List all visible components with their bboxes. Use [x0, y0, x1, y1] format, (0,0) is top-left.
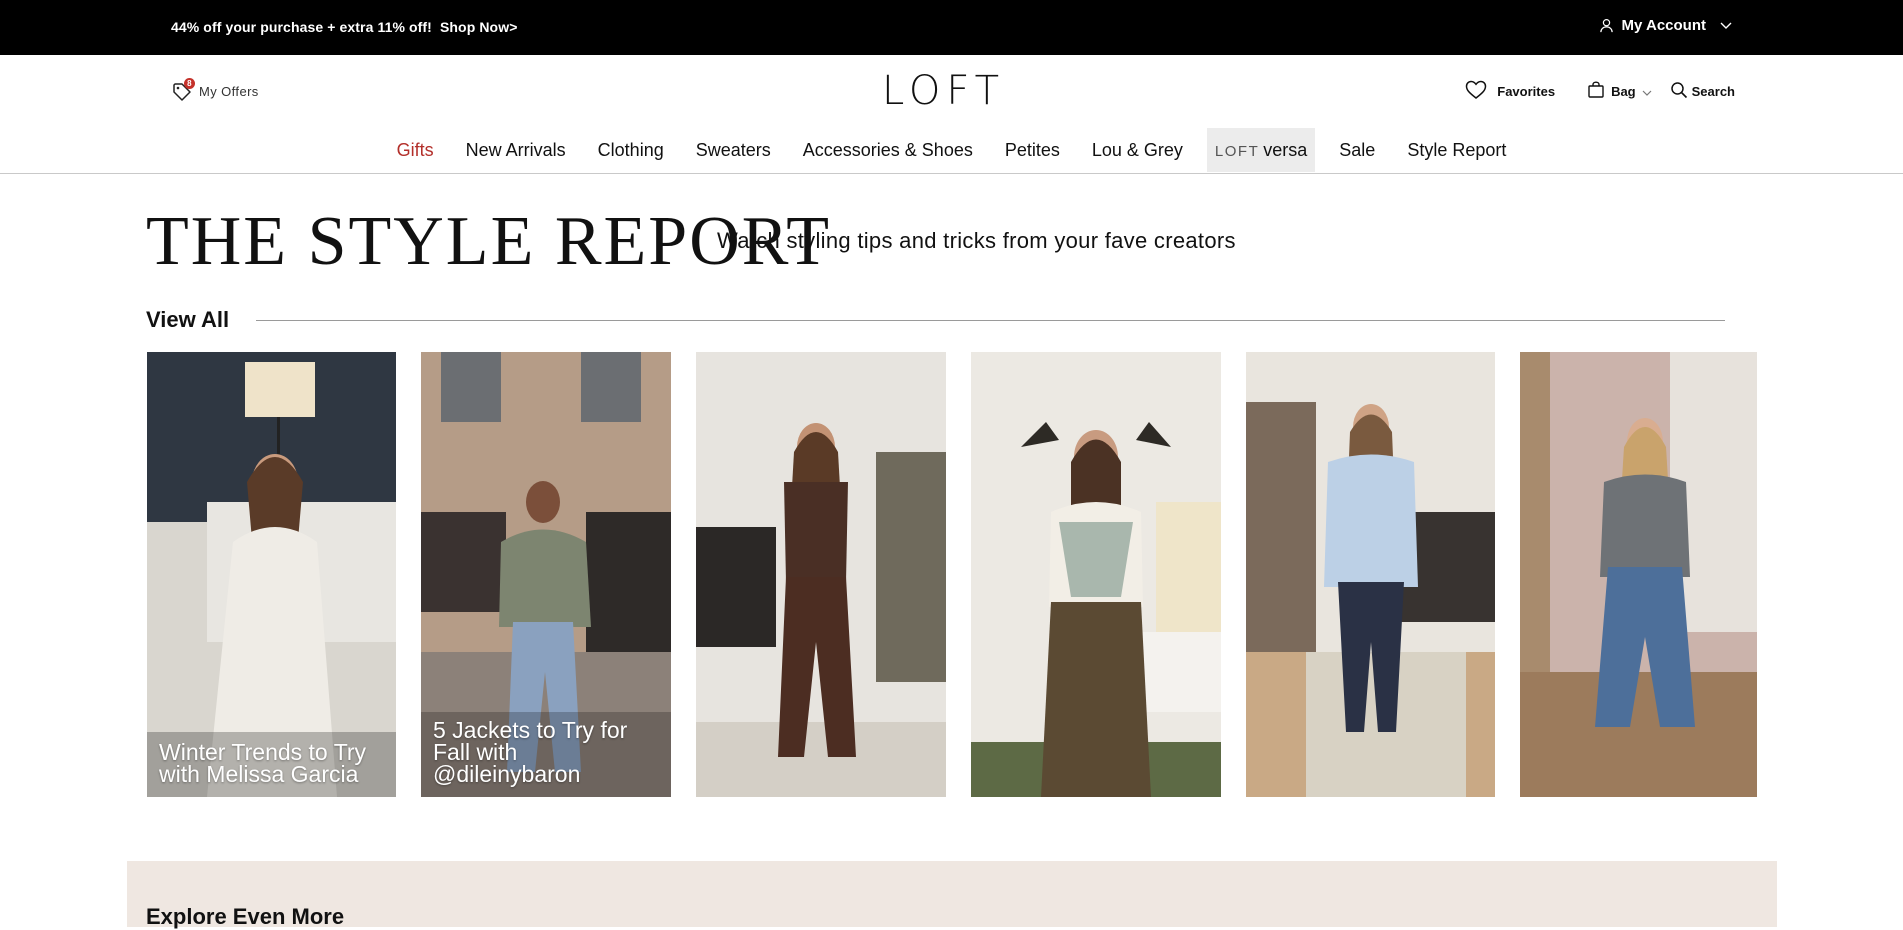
video-card[interactable] — [1246, 352, 1495, 797]
tag-icon: 8 — [171, 78, 195, 102]
favorites-link[interactable]: Favorites — [1465, 80, 1555, 103]
site-header: 8 My Offers LOFT Favorites Bag Search Gi… — [0, 55, 1903, 174]
primary-nav: Gifts New Arrivals Clothing Sweaters Acc… — [0, 127, 1903, 172]
versa-logo-prefix: LOFT — [1214, 142, 1260, 160]
view-all-link[interactable]: View All — [146, 307, 229, 333]
my-offers-label: My Offers — [199, 83, 259, 99]
offers-count-badge: 8 — [184, 78, 195, 89]
nav-item-accessories-shoes[interactable]: Accessories & Shoes — [787, 128, 989, 172]
video-caption: Winter Trends to Try with Melissa Garcia — [159, 739, 367, 787]
bag-label: Bag — [1611, 84, 1636, 99]
search-button[interactable]: Search — [1670, 81, 1735, 102]
video-card[interactable] — [971, 352, 1221, 797]
nav-item-lou-grey[interactable]: Lou & Grey — [1076, 128, 1199, 172]
video-thumbnail — [696, 352, 946, 797]
search-icon — [1670, 81, 1688, 102]
chevron-down-icon — [1642, 84, 1652, 99]
user-icon — [1599, 18, 1614, 33]
video-caption: 5 Jackets to Try for Fall with @dileinyb… — [433, 717, 628, 787]
page-subtitle: Watch styling tips and tricks from your … — [717, 228, 1236, 253]
loft-logo[interactable]: LOFT — [882, 68, 1005, 114]
heart-icon — [1465, 80, 1487, 103]
search-label: Search — [1691, 84, 1735, 99]
nav-item-sale[interactable]: Sale — [1323, 128, 1391, 172]
versa-logo-suffix: versa — [1263, 139, 1308, 160]
promo-message: 44% off your purchase + extra 11% off! — [171, 19, 432, 35]
my-account-menu[interactable]: My Account — [1599, 17, 1732, 34]
video-card[interactable]: Winter Trends to Try with Melissa Garcia — [147, 352, 396, 797]
video-thumbnail — [971, 352, 1221, 797]
nav-item-clothing[interactable]: Clothing — [582, 128, 680, 172]
nav-item-petites[interactable]: Petites — [989, 128, 1076, 172]
video-card[interactable] — [696, 352, 946, 797]
favorites-label: Favorites — [1497, 84, 1556, 99]
explore-heading: Explore Even More — [146, 904, 345, 929]
explore-section: Explore Even More — [127, 861, 1777, 929]
chevron-down-icon — [1720, 22, 1732, 30]
nav-item-loft-versa[interactable]: LOFT versa — [1206, 127, 1316, 172]
video-thumbnail — [1246, 352, 1495, 797]
video-thumbnail — [1520, 352, 1757, 797]
header-utilities: Favorites Bag Search — [1465, 80, 1735, 103]
nav-item-gifts[interactable]: Gifts — [381, 128, 450, 172]
video-card[interactable]: 5 Jackets to Try for Fall with @dileinyb… — [421, 352, 671, 797]
section-divider — [256, 320, 1725, 321]
video-card[interactable] — [1520, 352, 1757, 797]
my-offers-link[interactable]: 8 My Offers — [171, 78, 259, 102]
promo-text[interactable]: 44% off your purchase + extra 11% off! S… — [171, 19, 517, 35]
bag-link[interactable]: Bag — [1587, 81, 1652, 102]
nav-item-new-arrivals[interactable]: New Arrivals — [450, 128, 582, 172]
bag-icon — [1587, 81, 1605, 102]
my-account-label: My Account — [1621, 17, 1706, 34]
shop-now-link[interactable]: Shop Now> — [440, 19, 518, 35]
video-thumbnail — [147, 352, 396, 797]
nav-item-sweaters[interactable]: Sweaters — [680, 128, 787, 172]
promo-bar: 44% off your purchase + extra 11% off! S… — [0, 0, 1903, 55]
nav-item-style-report[interactable]: Style Report — [1391, 128, 1522, 172]
